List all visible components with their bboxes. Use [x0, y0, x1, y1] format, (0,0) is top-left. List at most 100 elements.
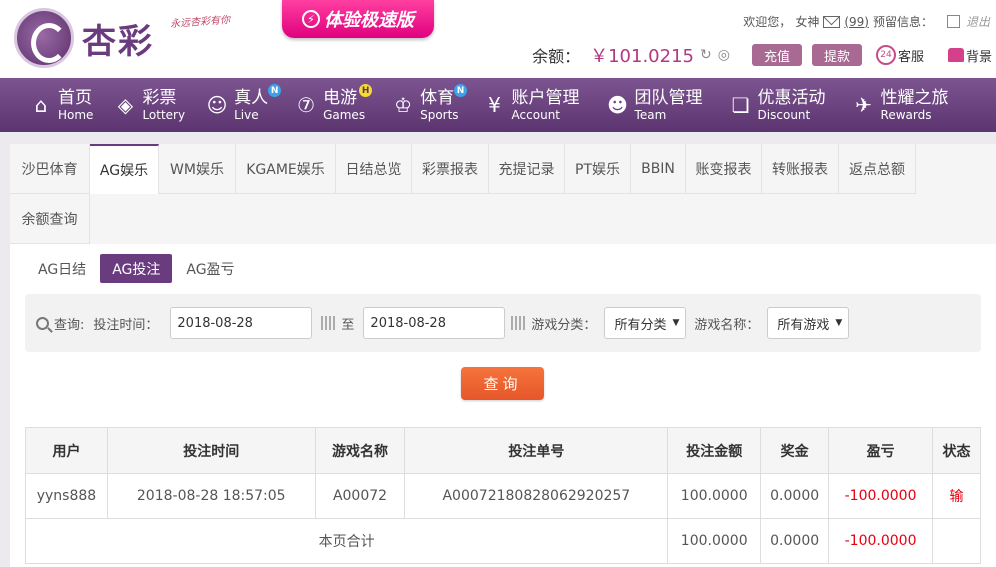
subtab-ag-bets[interactable]: AG投注: [100, 254, 173, 283]
hide-balance-icon[interactable]: ◎: [718, 47, 730, 63]
content-panel: 沙巴体育 AG娱乐 WM娱乐 KGAME娱乐 日结总览 彩票报表 充提记录 PT…: [10, 144, 996, 567]
nav-label: 首页: [58, 87, 92, 108]
rewards-icon: ✈: [855, 93, 872, 117]
tab-deposit-records[interactable]: 充提记录: [489, 144, 565, 194]
nav-item-rewards[interactable]: ✈ 性耀之旅 Rewards: [851, 78, 956, 132]
hot-badge: H: [359, 84, 373, 97]
nav-label: 团队管理: [634, 87, 703, 108]
nav-item-discount[interactable]: ❏ 优惠活动 Discount: [728, 78, 833, 132]
tab-saba-sports[interactable]: 沙巴体育: [10, 144, 90, 194]
customer-service-button[interactable]: 24 客服: [875, 45, 924, 65]
tab-wm[interactable]: WM娱乐: [159, 144, 236, 194]
query-label: 查询:: [54, 317, 85, 333]
calendar-icon[interactable]: [321, 316, 336, 330]
cell-profit: -100.0000: [828, 473, 934, 519]
tab-bbin[interactable]: BBIN: [631, 144, 686, 194]
nav-item-games[interactable]: ⑦ 电游 Games H: [293, 78, 373, 132]
tab-transfer-report[interactable]: 转账报表: [762, 144, 839, 194]
background-label: 背景: [965, 49, 992, 65]
shirt-icon: [947, 48, 964, 62]
table-row: yyns888 2018-08-28 18:57:05 A00072 A0007…: [25, 473, 981, 519]
deposit-button[interactable]: 充值: [751, 44, 802, 66]
message-count[interactable]: (99): [844, 15, 869, 29]
account-icon: ¥: [488, 93, 501, 117]
tab-rebate-total[interactable]: 返点总额: [839, 144, 916, 194]
dropdown-arrow-icon: ▼: [672, 318, 680, 328]
logout-link[interactable]: 退出: [966, 13, 990, 30]
dropdown-arrow-icon: ▼: [835, 318, 843, 328]
tab-lottery-report[interactable]: 彩票报表: [412, 144, 489, 194]
nav-sublabel: Live: [234, 107, 259, 122]
home-icon: ⌂: [34, 93, 48, 117]
col-bet-amount: 投注金额: [667, 427, 762, 474]
tab-balance-change[interactable]: 账变报表: [686, 144, 762, 194]
col-bet-number: 投注单号: [404, 427, 669, 474]
nav-label: 体育: [420, 87, 455, 108]
refresh-icon[interactable]: ↻: [700, 47, 712, 63]
table-total-row: 本页合计 100.0000 0.0000 -100.0000: [24, 518, 981, 564]
nav-item-lottery[interactable]: ◈ 彩票 Lottery: [112, 78, 192, 132]
tab-kgame[interactable]: KGAME娱乐: [236, 144, 336, 194]
start-date-input[interactable]: [170, 307, 313, 339]
game-name-label: 游戏名称：: [694, 317, 760, 333]
nav-item-live[interactable]: ☺ 真人 Live N: [204, 78, 282, 132]
category-select[interactable]: 所有分类 ▼: [604, 307, 687, 339]
nav-item-team[interactable]: ☻ 团队管理 Team: [605, 78, 710, 132]
tab-pt[interactable]: PT娱乐: [565, 144, 631, 194]
logo-icon[interactable]: [14, 8, 74, 68]
cell-status: 输: [932, 473, 981, 519]
nav-sublabel: Rewards: [880, 107, 932, 122]
username: 女神: [795, 15, 820, 29]
notice-label: 预留信息：: [872, 15, 933, 29]
edit-icon[interactable]: [946, 15, 960, 28]
nav-sublabel: Lottery: [142, 107, 186, 122]
table-header-row: 用户 投注时间 游戏名称 投注单号 投注金额 奖金 盈亏 状态: [25, 427, 981, 474]
tab-ag[interactable]: AG娱乐: [90, 144, 159, 194]
bet-time-label: 投注时间：: [93, 317, 159, 333]
nav-item-sports[interactable]: ♔ 体育 Sports N: [390, 78, 468, 132]
trophy-icon: ♔: [394, 93, 413, 117]
brand-logo[interactable]: 杏彩: [82, 14, 154, 63]
query-button[interactable]: 查询: [461, 367, 544, 400]
to-label: 至: [341, 317, 355, 333]
subtab-ag-profit[interactable]: AG盈亏: [174, 254, 246, 283]
promo-banner[interactable]: ⚡ 体验极速版: [282, 0, 434, 38]
nav-label: 账户管理: [511, 87, 580, 108]
games-icon: ⑦: [297, 93, 316, 117]
promo-label: 体验极速版: [324, 10, 414, 31]
col-bonus: 奖金: [760, 427, 830, 474]
nav-sublabel: Discount: [757, 107, 811, 122]
total-status: [932, 518, 981, 564]
calendar-icon[interactable]: [511, 316, 526, 330]
brand-slogan: 永远杏彩有你: [169, 14, 231, 31]
mail-icon[interactable]: [823, 15, 841, 28]
cell-bet-amount: 100.0000: [667, 473, 762, 519]
nav-item-home[interactable]: ⌂ 首页 Home: [28, 78, 100, 132]
total-bonus: 0.0000: [760, 518, 830, 564]
background-button[interactable]: 背景: [938, 46, 992, 65]
gift-icon: ❏: [731, 93, 750, 117]
nav-sublabel: Home: [58, 107, 94, 122]
report-tabs: 沙巴体育 AG娱乐 WM娱乐 KGAME娱乐 日结总览 彩票报表 充提记录 PT…: [10, 144, 996, 244]
cell-user: yyns888: [25, 473, 108, 519]
tab-balance-query[interactable]: 余额查询: [10, 194, 90, 244]
col-profit: 盈亏: [828, 427, 934, 474]
end-date-input[interactable]: [363, 307, 506, 339]
withdraw-button[interactable]: 提款: [811, 44, 862, 66]
nav-sublabel: Team: [634, 107, 667, 122]
category-label: 游戏分类：: [531, 317, 597, 333]
game-select[interactable]: 所有游戏 ▼: [767, 307, 850, 339]
subtab-ag-daily[interactable]: AG日结: [26, 254, 98, 283]
team-icon: ☻: [607, 93, 628, 117]
new-badge: N: [268, 84, 282, 97]
total-label: 本页合计: [24, 518, 669, 564]
nav-sublabel: Account: [511, 107, 560, 122]
tab-daily-overview[interactable]: 日结总览: [336, 144, 412, 194]
nav-sublabel: Games: [323, 107, 366, 122]
sub-tabs: AG日结 AG投注 AG盈亏: [26, 254, 249, 283]
col-bet-time: 投注时间: [106, 427, 316, 474]
nav-item-account[interactable]: ¥ 账户管理 Account: [482, 78, 587, 132]
cell-game-name: A00072: [314, 473, 406, 519]
col-game-name: 游戏名称: [314, 427, 406, 474]
bet-table: 用户 投注时间 游戏名称 投注单号 投注金额 奖金 盈亏 状态 yyns888 …: [24, 427, 981, 564]
